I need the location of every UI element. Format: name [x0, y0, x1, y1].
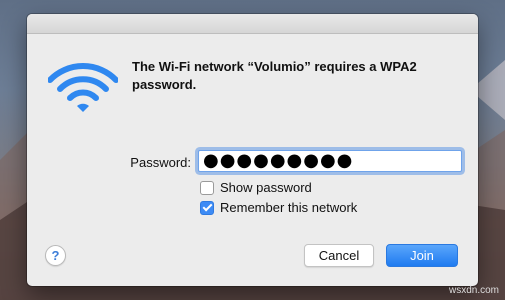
watermark: wsxdn.com: [448, 285, 499, 296]
wifi-password-dialog: The Wi-Fi network “Volumio” requires a W…: [27, 14, 478, 286]
cancel-button[interactable]: Cancel: [304, 244, 374, 267]
help-button[interactable]: ?: [45, 245, 66, 266]
dialog-titlebar[interactable]: [27, 14, 478, 34]
password-label: Password:: [130, 155, 191, 170]
show-password-checkbox[interactable]: Show password: [200, 180, 312, 195]
wifi-icon: [48, 63, 118, 112]
remember-network-checkbox[interactable]: Remember this network: [200, 200, 357, 215]
show-password-box[interactable]: [200, 180, 214, 195]
remember-network-label: Remember this network: [220, 200, 358, 215]
show-password-label: Show password: [220, 180, 312, 195]
remember-network-box[interactable]: [200, 200, 214, 215]
password-field[interactable]: ●●●●●●●●●: [198, 150, 462, 172]
dialog-message: The Wi-Fi network “Volumio” requires a W…: [132, 59, 417, 92]
join-button[interactable]: Join: [386, 244, 458, 267]
